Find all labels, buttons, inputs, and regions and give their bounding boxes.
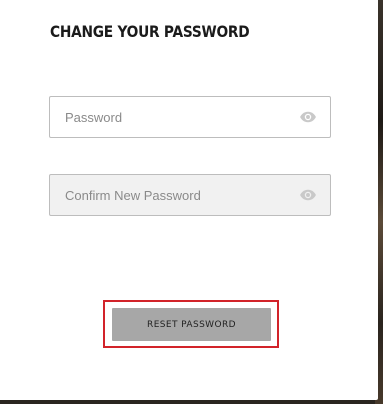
eye-icon[interactable] [298,108,318,126]
change-password-card: CHANGE YOUR PASSWORD RESET PASSWORD [0,0,378,400]
reset-password-button[interactable]: RESET PASSWORD [112,308,271,341]
password-input[interactable] [50,97,305,137]
reset-button-highlight: RESET PASSWORD [103,300,279,348]
confirm-password-field[interactable] [49,174,331,216]
eye-icon[interactable] [298,186,318,204]
password-field[interactable] [49,96,331,138]
page-title: CHANGE YOUR PASSWORD [50,22,250,41]
confirm-password-input[interactable] [50,175,305,215]
